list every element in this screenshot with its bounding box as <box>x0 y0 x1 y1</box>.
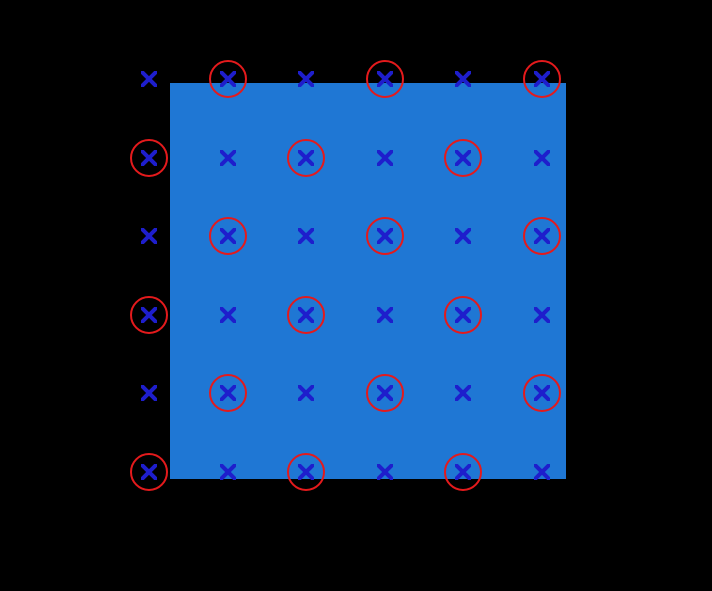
highlight-ring <box>366 217 404 255</box>
grid-marker <box>455 385 471 401</box>
highlight-ring <box>209 60 247 98</box>
highlight-ring <box>130 296 168 334</box>
highlight-ring <box>287 296 325 334</box>
highlight-ring <box>209 217 247 255</box>
grid-marker <box>298 385 314 401</box>
grid-marker <box>377 464 393 480</box>
grid-marker <box>141 385 157 401</box>
grid-marker <box>377 307 393 323</box>
grid-marker <box>220 150 236 166</box>
grid-marker <box>455 228 471 244</box>
grid-marker <box>298 228 314 244</box>
grid-marker <box>141 71 157 87</box>
grid-marker <box>534 150 550 166</box>
grid-marker <box>220 307 236 323</box>
grid-marker <box>534 464 550 480</box>
grid-marker <box>298 71 314 87</box>
grid-marker <box>455 71 471 87</box>
highlight-ring <box>287 139 325 177</box>
highlight-ring <box>366 374 404 412</box>
highlight-ring <box>366 60 404 98</box>
background-square <box>170 83 566 479</box>
highlight-ring <box>130 453 168 491</box>
highlight-ring <box>287 453 325 491</box>
highlight-ring <box>444 139 482 177</box>
highlight-ring <box>523 217 561 255</box>
grid-marker <box>141 228 157 244</box>
grid-marker <box>377 150 393 166</box>
diagram-canvas <box>0 0 712 591</box>
highlight-ring <box>523 374 561 412</box>
highlight-ring <box>209 374 247 412</box>
highlight-ring <box>444 453 482 491</box>
highlight-ring <box>523 60 561 98</box>
highlight-ring <box>130 139 168 177</box>
highlight-ring <box>444 296 482 334</box>
grid-marker <box>220 464 236 480</box>
grid-marker <box>534 307 550 323</box>
